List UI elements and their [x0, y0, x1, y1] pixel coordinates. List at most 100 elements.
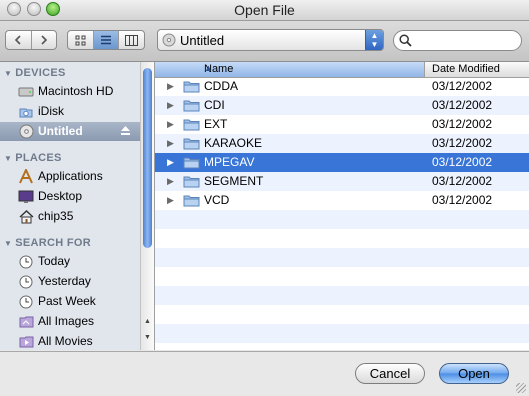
disclosure-triangle-icon[interactable]: ▶ — [167, 100, 174, 111]
sidebar-item-label: chip35 — [38, 209, 74, 223]
scrollbar-thumb[interactable] — [143, 68, 152, 248]
list-view-button[interactable] — [93, 31, 120, 49]
empty-row — [155, 286, 529, 305]
smart-folder-icon — [18, 334, 34, 349]
eject-icon[interactable] — [120, 125, 131, 139]
sidebar-item-macintosh-hd[interactable]: Macintosh HD — [0, 82, 140, 101]
desktop-icon — [18, 189, 34, 204]
folder-icon — [183, 195, 200, 207]
sidebar-section-places[interactable]: ▼ PLACES — [4, 152, 62, 164]
table-row[interactable]: ▶ CDI 03/12/2002 — [155, 96, 529, 115]
scroll-down-arrow-icon[interactable]: ▼ — [144, 334, 151, 341]
table-row[interactable]: ▶ SEGMENT 03/12/2002 — [155, 172, 529, 191]
column-view-icon — [125, 34, 139, 46]
idisk-icon — [18, 104, 34, 119]
search-icon — [399, 34, 412, 47]
back-button[interactable] — [6, 31, 32, 49]
date-modified: 03/12/2002 — [432, 136, 493, 150]
sidebar-item-all-images[interactable]: All Images — [0, 312, 140, 331]
clock-icon — [18, 294, 34, 309]
sidebar-item-label: Desktop — [38, 189, 83, 203]
open-file-dialog: Open File Untitled ▲ ▼ ▼ DEVICES Macinto… — [0, 0, 529, 396]
list-view-icon — [101, 35, 111, 45]
empty-row — [155, 210, 529, 229]
sidebar-item-today[interactable]: Today — [0, 252, 140, 271]
table-row[interactable]: ▶ VCD 03/12/2002 — [155, 191, 529, 210]
sidebar-item-label: iDisk — [38, 104, 64, 118]
sidebar-item-idisk[interactable]: iDisk — [0, 102, 140, 121]
disclosure-triangle-icon[interactable]: ▶ — [167, 176, 174, 187]
icon-view-button[interactable] — [68, 31, 94, 49]
empty-row — [155, 324, 529, 343]
column-header-name[interactable]: Name ▲ — [155, 62, 425, 77]
empty-row — [155, 305, 529, 324]
search-input[interactable] — [414, 33, 518, 49]
forward-button[interactable] — [32, 31, 57, 49]
window-title: Open File — [234, 2, 295, 18]
sidebar-scrollbar[interactable]: ▲ ▼ — [140, 62, 154, 350]
disc-icon — [162, 33, 176, 47]
icon-view-icon — [75, 35, 86, 45]
empty-row — [155, 229, 529, 248]
column-view-button[interactable] — [119, 31, 144, 49]
sidebar-item-yesterday[interactable]: Yesterday — [0, 272, 140, 291]
file-name: KARAOKE — [204, 136, 263, 150]
disclosure-triangle-icon: ▼ — [4, 154, 13, 163]
disc-icon — [18, 124, 34, 139]
scroll-up-arrow-icon[interactable]: ▲ — [144, 318, 151, 325]
sidebar-section-search-for[interactable]: ▼ SEARCH FOR — [4, 237, 91, 249]
button-bar: Cancel Open — [0, 351, 529, 396]
table-row[interactable]: ▶ KARAOKE 03/12/2002 — [155, 134, 529, 153]
disclosure-triangle-icon[interactable]: ▶ — [167, 195, 174, 206]
table-row[interactable]: ▶ MPEGAV 03/12/2002 — [155, 153, 529, 172]
sidebar-item-label: Past Week — [38, 294, 96, 308]
sidebar-item-past-week[interactable]: Past Week — [0, 292, 140, 311]
home-icon — [18, 209, 34, 224]
date-modified: 03/12/2002 — [432, 117, 493, 131]
sidebar-item-desktop[interactable]: Desktop — [0, 187, 140, 206]
table-row[interactable]: ▶ EXT 03/12/2002 — [155, 115, 529, 134]
disclosure-triangle-icon[interactable]: ▶ — [167, 81, 174, 92]
empty-row — [155, 343, 529, 350]
sidebar-section-devices[interactable]: ▼ DEVICES — [4, 67, 66, 79]
folder-icon — [183, 176, 200, 188]
folder-icon — [183, 81, 200, 93]
table-row[interactable]: ▶ CDDA 03/12/2002 — [155, 77, 529, 96]
back-forward-control — [5, 30, 57, 50]
location-popup[interactable]: Untitled ▲ ▼ — [157, 29, 384, 51]
date-modified: 03/12/2002 — [432, 174, 493, 188]
file-list-header: Name ▲ Date Modified — [155, 62, 529, 78]
title-bar: Open File — [0, 0, 529, 21]
sidebar-item-label: Today — [38, 254, 71, 268]
resize-grip-icon[interactable] — [516, 383, 526, 393]
file-name: VCD — [204, 193, 230, 207]
date-modified: 03/12/2002 — [432, 193, 493, 207]
sidebar-item-label: Applications — [38, 169, 103, 183]
sidebar-item-all-movies[interactable]: All Movies — [0, 332, 140, 350]
clock-icon — [18, 274, 34, 289]
search-field[interactable] — [393, 30, 522, 51]
file-name: CDI — [204, 98, 225, 112]
sidebar-item-label: All Images — [38, 314, 95, 328]
disclosure-triangle-icon[interactable]: ▶ — [167, 119, 174, 130]
disclosure-triangle-icon[interactable]: ▶ — [167, 157, 174, 168]
sidebar-item-untitled[interactable]: Untitled — [0, 122, 140, 141]
chevron-right-icon — [41, 35, 47, 45]
disclosure-triangle-icon[interactable]: ▶ — [167, 138, 174, 149]
sidebar-item-chip35[interactable]: chip35 — [0, 207, 140, 226]
open-button[interactable]: Open — [439, 363, 509, 384]
file-name: CDDA — [204, 79, 239, 93]
folder-icon — [183, 119, 200, 131]
cancel-button[interactable]: Cancel — [355, 363, 425, 384]
sidebar-item-label: Yesterday — [38, 274, 91, 288]
date-modified: 03/12/2002 — [432, 98, 493, 112]
applications-icon — [18, 169, 34, 184]
file-list: Name ▲ Date Modified ▶ CDDA 03/12/2002 ▶ CDI… — [155, 62, 529, 350]
sidebar: ▼ DEVICES Macintosh HD iDisk Untitled ▼ PL… — [0, 62, 155, 350]
sidebar-item-applications[interactable]: Applications — [0, 167, 140, 186]
file-name: SEGMENT — [204, 174, 264, 188]
sidebar-item-label: Macintosh HD — [38, 84, 114, 98]
empty-row — [155, 267, 529, 286]
clock-icon — [18, 254, 34, 269]
folder-icon — [183, 157, 200, 169]
